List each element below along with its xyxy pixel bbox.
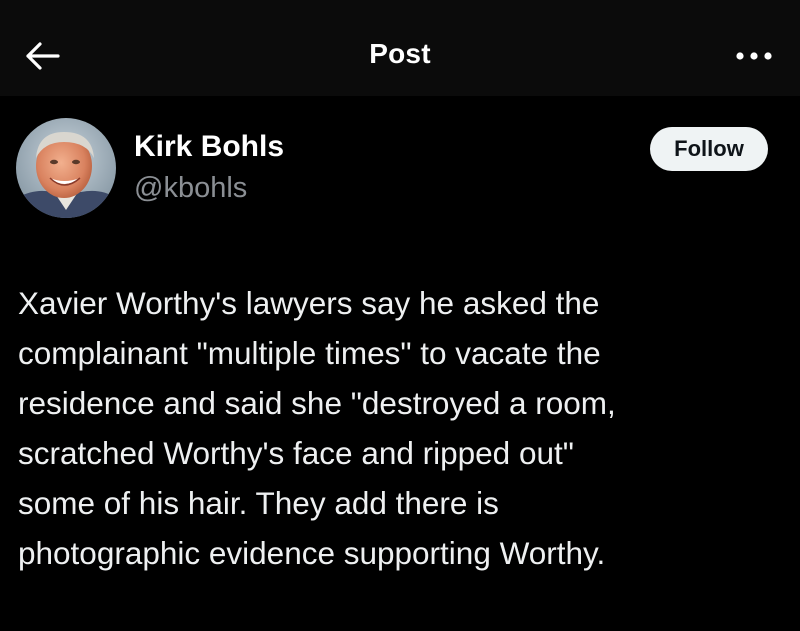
- more-horizontal-icon: [736, 52, 772, 60]
- more-options-button[interactable]: [732, 40, 776, 72]
- top-app-bar: Post: [0, 0, 800, 96]
- page-title: Post: [369, 38, 431, 69]
- follow-button[interactable]: Follow: [650, 127, 768, 171]
- author-name[interactable]: Kirk Bohls: [134, 130, 284, 164]
- author-handle[interactable]: @kbohls: [134, 172, 247, 205]
- avatar[interactable]: [16, 118, 116, 218]
- avatar-photo: [16, 118, 116, 218]
- post-text: Xavier Worthy's lawyers say he asked the…: [18, 285, 616, 571]
- author-row: Kirk Bohls @kbohls Follow: [0, 116, 800, 226]
